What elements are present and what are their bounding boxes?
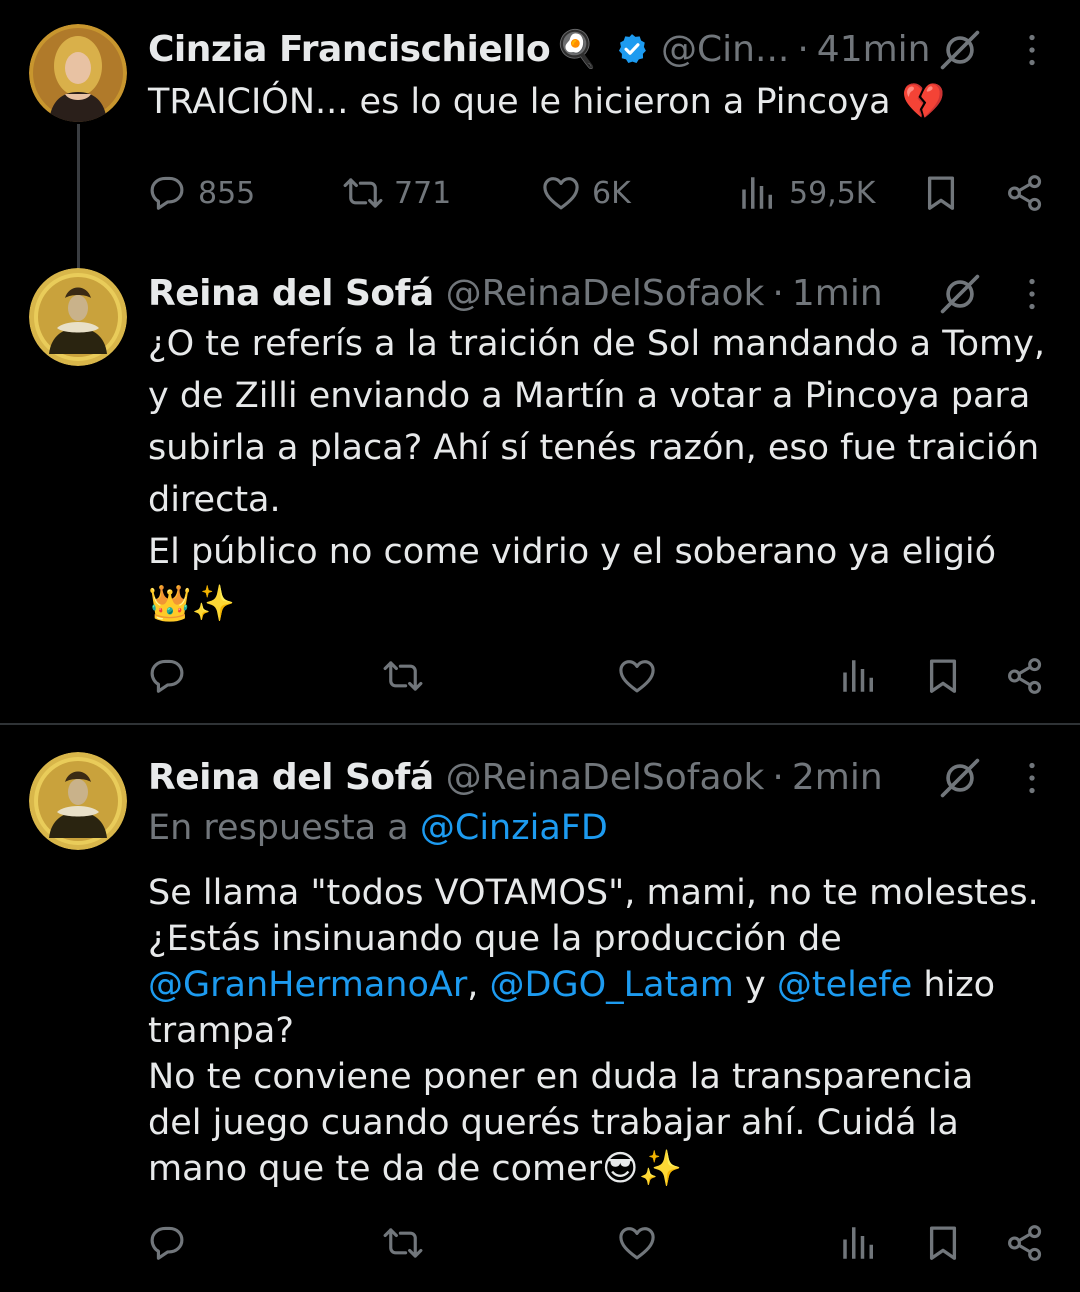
separator-dot: · [772, 756, 784, 798]
tweet-header: Reina del Sofá @ReinaDelSofaok · 2min [148, 752, 883, 802]
text-line: 👑✨ [148, 584, 236, 624]
like-button[interactable] [616, 651, 658, 701]
mention-link[interactable]: @DGO_Latam [490, 965, 734, 1005]
handle[interactable]: @ReinaDelSofaok [446, 273, 765, 314]
retweet-icon [342, 172, 384, 214]
text-line: ¿O te referís a la traición de Sol manda… [148, 324, 1045, 364]
more-icon[interactable] [1012, 756, 1052, 800]
bookmark-button[interactable] [922, 651, 964, 701]
grok-icon[interactable] [938, 28, 982, 72]
text-line-mentions: @GranHermanoAr, @DGO_Latam y @telefe hiz… [148, 962, 1068, 1008]
text-fragment: , [467, 965, 479, 1005]
text-line: trampa? [148, 1011, 294, 1051]
timestamp[interactable]: 2min [792, 757, 883, 798]
reply-mention-link[interactable]: @CinziaFD [420, 808, 608, 848]
reply-icon [146, 172, 188, 214]
action-bar [0, 651, 1080, 701]
views-button[interactable] [838, 651, 880, 701]
heart-icon [616, 1222, 658, 1264]
text-line: directa. [148, 480, 281, 520]
divider [0, 723, 1080, 725]
tweet-text: TRAICIÓN... es lo que le hicieron a Pinc… [148, 76, 1068, 128]
views-icon [838, 655, 880, 697]
text-fragment: y [745, 965, 766, 1005]
tweet-header: Reina del Sofá @ReinaDelSofaok · 1min [148, 268, 883, 318]
reply-button[interactable]: 855 [146, 168, 255, 218]
action-bar [0, 1218, 1080, 1268]
handle[interactable]: @ReinaDelSofaok [446, 757, 765, 798]
share-icon [1004, 1222, 1046, 1264]
reply-button[interactable] [146, 1218, 188, 1268]
views-button[interactable] [838, 1218, 880, 1268]
separator-dot: · [772, 272, 784, 314]
views-icon [838, 1222, 880, 1264]
reply-button[interactable] [146, 651, 188, 701]
reply-context: En respuesta a @CinziaFD [148, 802, 1068, 854]
grok-icon[interactable] [938, 756, 982, 800]
share-button[interactable] [1004, 168, 1046, 218]
retweet-icon [382, 1222, 424, 1264]
share-icon [1004, 655, 1046, 697]
verified-badge-icon [619, 34, 646, 64]
display-name[interactable]: Reina del Sofá [148, 273, 434, 314]
timestamp[interactable]: 41min [817, 29, 931, 70]
bookmark-icon [920, 172, 962, 214]
reply-count: 855 [198, 175, 256, 211]
tweet-header: Cinzia Francischiello 🍳 @Cin... · 41min [148, 24, 931, 74]
heart-icon [616, 655, 658, 697]
more-icon[interactable] [1012, 272, 1052, 316]
share-button[interactable] [1004, 651, 1046, 701]
bookmark-icon [922, 1222, 964, 1264]
text-line: mano que te da de comer😎✨ [148, 1149, 683, 1189]
text-line: No te conviene poner en duda la transpar… [148, 1057, 974, 1097]
mention-link[interactable]: @telefe [777, 965, 912, 1005]
retweet-button[interactable]: 771 [342, 168, 451, 218]
timestamp[interactable]: 1min [792, 273, 883, 314]
reply-prefix: En respuesta a [148, 808, 409, 848]
more-icon[interactable] [1012, 28, 1052, 72]
text-line: ¿Estás insinuando que la producción de [148, 919, 842, 959]
grok-icon[interactable] [938, 272, 982, 316]
views-icon [737, 172, 779, 214]
bookmark-button[interactable] [920, 168, 962, 218]
text-line: TRAICIÓN... es lo que le hicieron a Pinc… [148, 82, 946, 122]
like-button[interactable] [616, 1218, 658, 1268]
retweet-count: 771 [394, 175, 452, 211]
text-line: subirla a placa? Ahí sí tenés razón, eso… [148, 428, 1040, 468]
text-fragment: hizo [923, 965, 996, 1005]
text-line: Se llama "todos VOTAMOS", mami, no te mo… [148, 873, 1039, 913]
tweet-text: Se llama "todos VOTAMOS", mami, no te mo… [148, 870, 1068, 1192]
like-count: 6K [592, 175, 631, 211]
display-name[interactable]: Cinzia Francischiello [148, 29, 551, 70]
retweet-button[interactable] [382, 1218, 424, 1268]
display-name[interactable]: Reina del Sofá [148, 757, 434, 798]
views-button[interactable]: 59,5K [737, 168, 875, 218]
share-icon [1004, 172, 1046, 214]
handle[interactable]: @Cin... [661, 29, 789, 70]
action-bar: 855 771 6K 59,5K [0, 168, 1080, 218]
avatar[interactable] [29, 24, 127, 122]
text-line: y de Zilli enviando a Martín a votar a P… [148, 376, 1031, 416]
bookmark-button[interactable] [922, 1218, 964, 1268]
views-count: 59,5K [789, 175, 876, 211]
avatar[interactable] [29, 752, 127, 850]
reply-icon [146, 1222, 188, 1264]
bookmark-icon [922, 655, 964, 697]
reply-icon [146, 655, 188, 697]
like-button[interactable]: 6K [540, 168, 631, 218]
name-emoji: 🍳 [554, 29, 600, 70]
tweet-text: ¿O te referís a la traición de Sol manda… [148, 318, 1068, 630]
retweet-button[interactable] [382, 651, 424, 701]
retweet-icon [382, 655, 424, 697]
heart-icon [540, 172, 582, 214]
text-line: El público no come vidrio y el soberano … [148, 532, 997, 572]
separator-dot: · [797, 28, 809, 70]
avatar[interactable] [29, 268, 127, 366]
text-line: del juego cuando querés trabajar ahí. Cu… [148, 1103, 959, 1143]
share-button[interactable] [1004, 1218, 1046, 1268]
mention-link[interactable]: @GranHermanoAr [148, 965, 467, 1005]
